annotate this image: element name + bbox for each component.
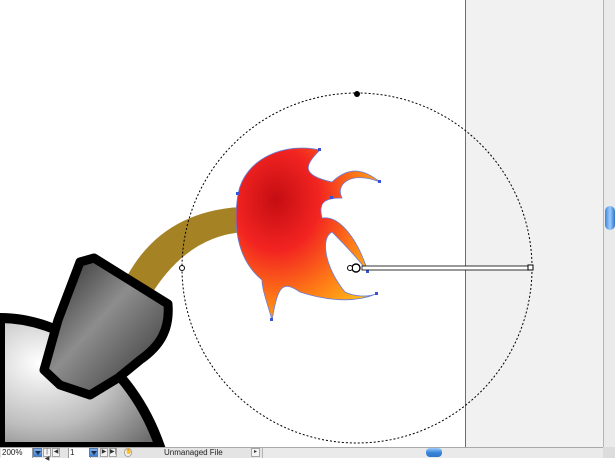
zoom-dropdown-icon[interactable] — [33, 448, 42, 457]
scrollbar-corner — [603, 447, 615, 458]
gradient-slider — [361, 265, 531, 271]
artwork — [0, 91, 534, 447]
prev-page-icon[interactable]: ◀ — [52, 448, 60, 457]
vertical-scroll-thumb[interactable] — [605, 206, 615, 230]
flame — [235, 147, 381, 321]
horizontal-scroll-thumb[interactable] — [426, 448, 442, 457]
origin-handle-small — [347, 265, 353, 271]
horizontal-scrollbar[interactable] — [262, 448, 604, 458]
slider-end-handle — [527, 264, 534, 271]
page-dropdown-icon[interactable] — [89, 448, 98, 457]
file-status-label[interactable]: Unmanaged File — [164, 448, 254, 458]
first-page-icon[interactable]: |◀ — [43, 448, 51, 462]
artboard-canvas[interactable] — [0, 0, 603, 447]
next-page-icon[interactable]: ▶ — [100, 448, 108, 457]
origin-handle — [351, 263, 361, 273]
zoom-field[interactable]: 200% — [1, 448, 33, 458]
top-handle — [354, 91, 360, 97]
status-bar: 200% |◀ ◀ 1 ▶ ▶| ✋ Unmanaged File ▸ — [0, 447, 615, 462]
left-handle — [179, 265, 185, 271]
hand-icon[interactable]: ✋ — [124, 448, 132, 457]
status-dropdown-icon[interactable]: ▸ — [251, 448, 260, 457]
last-page-icon[interactable]: ▶| — [109, 448, 117, 457]
vertical-scrollbar[interactable] — [603, 0, 615, 447]
page-field[interactable]: 1 — [68, 448, 91, 458]
